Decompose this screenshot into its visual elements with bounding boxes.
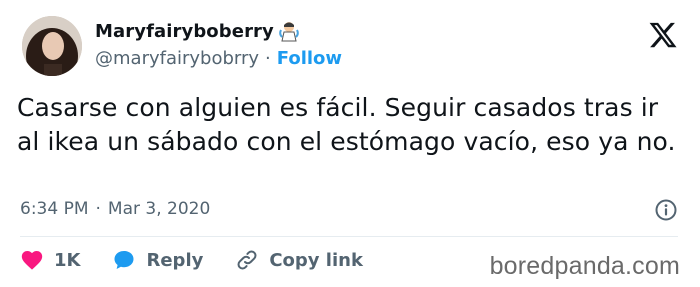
link-icon xyxy=(235,248,259,272)
handle-row: @maryfairybobrry · Follow xyxy=(95,48,342,69)
speech-bubble-icon xyxy=(112,248,136,272)
copy-link-button[interactable]: Copy link xyxy=(235,248,363,272)
x-logo-icon[interactable] xyxy=(648,20,678,50)
reply-button[interactable]: Reply xyxy=(112,248,203,272)
user-handle[interactable]: @maryfairybobrry xyxy=(95,48,259,69)
follow-button[interactable]: Follow xyxy=(277,48,342,69)
display-name[interactable]: Maryfairyboberry xyxy=(95,21,274,42)
watermark: boredpanda.com xyxy=(489,252,680,280)
action-bar: 1K Reply Copy link xyxy=(20,248,395,272)
fairy-emoji-icon xyxy=(278,20,300,42)
tweet-text: Casarse con alguien es fácil. Seguir cas… xyxy=(17,93,676,156)
handle-separator: · xyxy=(265,48,271,69)
avatar[interactable] xyxy=(22,16,82,76)
copy-link-label: Copy link xyxy=(269,249,363,271)
like-count: 1K xyxy=(54,249,81,271)
timestamp-separator: · xyxy=(95,199,101,219)
like-button[interactable]: 1K xyxy=(20,248,80,272)
tweet-card: Maryfairyboberry @maryfairybobrry · Foll… xyxy=(0,0,700,287)
author-name-row: Maryfairyboberry xyxy=(95,20,300,42)
tweet-timestamp[interactable]: 6:34 PM · Mar 3, 2020 xyxy=(20,199,210,219)
divider xyxy=(20,236,678,237)
tweet-time[interactable]: 6:34 PM xyxy=(20,199,89,219)
heart-icon xyxy=(20,248,44,272)
tweet-date[interactable]: Mar 3, 2020 xyxy=(108,199,210,219)
reply-label: Reply xyxy=(146,249,204,271)
info-icon[interactable] xyxy=(654,198,678,222)
